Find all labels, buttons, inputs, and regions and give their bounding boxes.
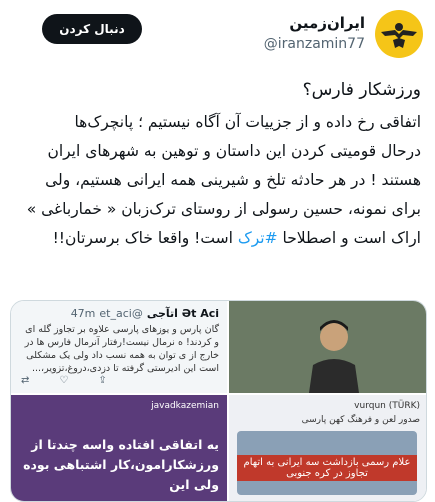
media-news-screenshot[interactable]: vurqun (TÜRK) صدور لعن و فرهنگ کهن پارسی… bbox=[229, 395, 426, 501]
tweet-body: اتفاقی رخ داده و از جزییات آن آگاه نیستی… bbox=[11, 108, 421, 253]
user-handle[interactable]: @iranzamin77 bbox=[264, 36, 365, 52]
display-name[interactable]: ایران‌زمین bbox=[289, 14, 365, 32]
tweet-text-part1: اتفاقی رخ داده و از جزییات آن آگاه نیستی… bbox=[26, 113, 421, 247]
news-banner: علام رسمی بازداشت سه ایرانی به اتهام تجا… bbox=[237, 455, 417, 481]
hashtag-link[interactable]: #ترک bbox=[238, 229, 278, 247]
like-icon: ♡ bbox=[59, 375, 69, 386]
retweet-icon: ⇄ bbox=[21, 375, 30, 386]
quote-name: Ət Aci اتآجی bbox=[146, 307, 219, 320]
quote-handle: @et_aci bbox=[99, 307, 143, 320]
follow-button[interactable]: دنبال کردن bbox=[42, 14, 142, 44]
quote-header: Ət Aci اتآجی @et_aci 47m bbox=[71, 307, 219, 320]
media-quote-screenshot[interactable]: Ət Aci اتآجی @et_aci 47m گان پارس و یوزه… bbox=[11, 301, 227, 393]
tweet-header: دنبال کردن ایران‌زمین @iranzamin77 bbox=[0, 0, 435, 70]
tweet-text-part2: است! واقعا خاک برسرتان!! bbox=[52, 229, 238, 247]
share-icon: ⇪ bbox=[98, 375, 107, 386]
quote-actions: ⇄ ♡ ⇪ bbox=[21, 375, 107, 386]
person-photo-icon bbox=[299, 309, 369, 393]
media-story-screenshot[interactable]: javadkazemian یه اتفاقی افتاده واسه چندت… bbox=[11, 395, 227, 501]
media-grid: Ət Aci اتآجی @et_aci 47m گان پارس و یوزه… bbox=[10, 300, 427, 502]
quote-time: 47m bbox=[70, 307, 96, 320]
tweet-title: ورزشکار فارس؟ bbox=[302, 80, 421, 100]
news-handle: vurqun (TÜRK) bbox=[354, 401, 420, 411]
story-user: javadkazemian bbox=[151, 401, 219, 411]
faravahar-logo-icon bbox=[377, 12, 421, 56]
avatar[interactable] bbox=[375, 10, 423, 58]
media-photo[interactable] bbox=[229, 301, 426, 393]
news-subtitle: صدور لعن و فرهنگ کهن پارسی bbox=[301, 415, 420, 425]
story-text: یه اتفاقی افتاده واسه چندتا از ورزشکارام… bbox=[23, 437, 219, 492]
quote-text: گان پارس و یوزهای پارسی علاوه بر تجاوز گ… bbox=[24, 324, 219, 374]
